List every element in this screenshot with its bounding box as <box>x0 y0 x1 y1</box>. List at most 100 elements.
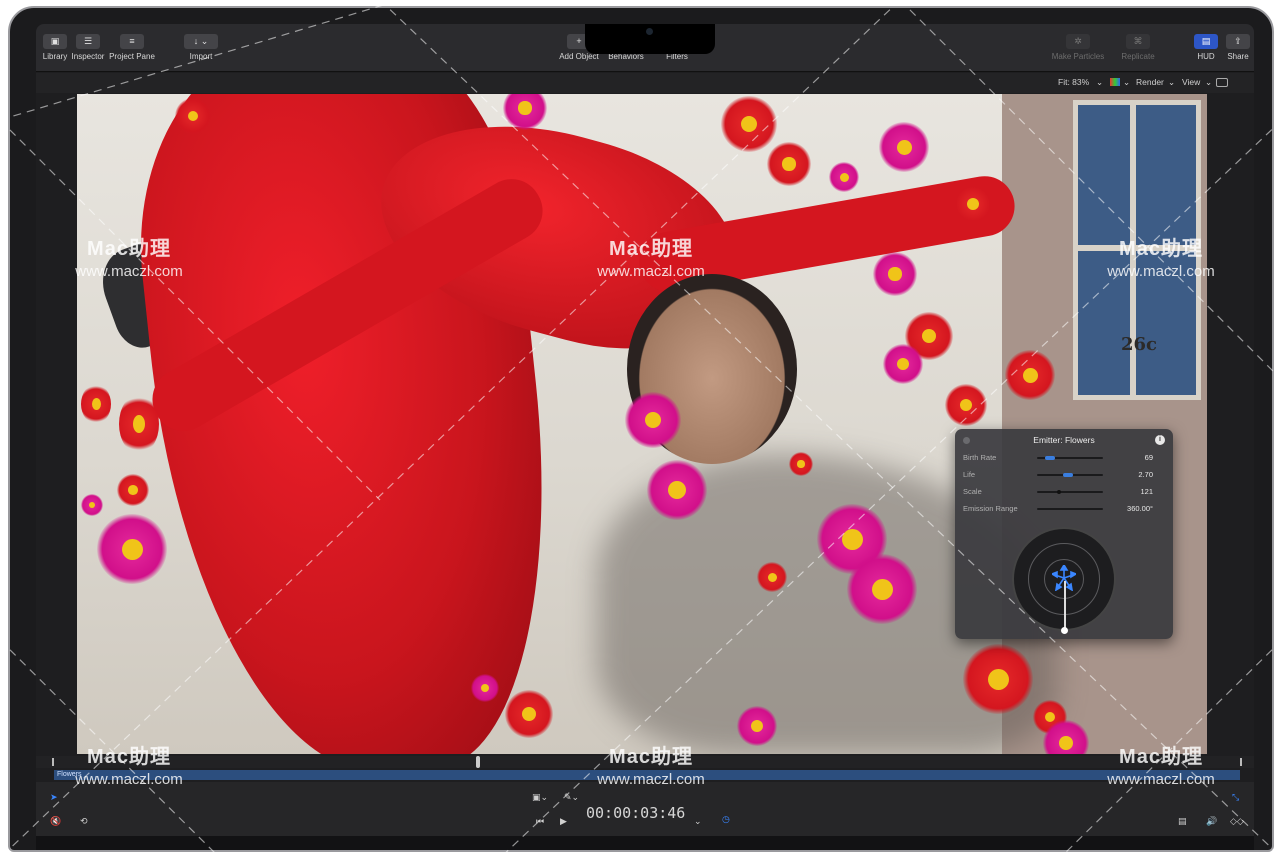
import-icon: ↓ ⌄ <box>184 34 218 49</box>
param-value[interactable]: 360.00° <box>1127 504 1153 513</box>
library-icon: ▣ <box>43 34 67 49</box>
slider-thumb[interactable] <box>1063 473 1074 477</box>
flower-particle <box>625 392 681 448</box>
flower-particle <box>117 474 149 506</box>
flower-particle <box>789 452 813 476</box>
fit-zoom-menu[interactable]: Fit: 83% <box>1058 77 1089 87</box>
share-button[interactable]: ⇪ Share <box>1224 34 1252 61</box>
birth-rate-row: Birth Rate 69 <box>963 451 1153 465</box>
param-value[interactable]: 2.70 <box>1138 470 1153 479</box>
inspector-icon: ☰ <box>76 34 100 49</box>
life-slider[interactable] <box>1037 473 1103 477</box>
inspector-button[interactable]: ☰ Inspector <box>70 34 106 61</box>
emission-angle-dial[interactable] <box>1012 527 1116 634</box>
view-menu[interactable]: View <box>1182 77 1200 87</box>
hud-button[interactable]: ▤ HUD <box>1192 34 1220 61</box>
replicate-icon: ⌘ <box>1126 34 1150 49</box>
house-number: 26c <box>1120 334 1157 355</box>
camera-icon <box>646 28 653 35</box>
replicate-button[interactable]: ⌘ Replicate <box>1116 34 1160 61</box>
flower-particle <box>953 184 993 224</box>
param-label: Emission Range <box>963 504 1018 513</box>
hud-icon: ▤ <box>1194 34 1218 49</box>
flower-particle <box>471 674 499 702</box>
flower-particle <box>767 142 811 186</box>
watermark: Mac助理 www.maczl.com <box>1107 746 1215 788</box>
watermark: Mac助理 www.maczl.com <box>597 238 705 280</box>
laptop-bezel-bottom <box>36 836 1254 850</box>
timeline-toggle-icon[interactable]: ◇◇ <box>1230 816 1244 827</box>
flower-particle <box>1005 350 1055 400</box>
life-row: Life 2.70 <box>963 468 1153 482</box>
watermark: Mac助理 www.maczl.com <box>75 238 183 280</box>
chevron-down-icon: ⌄ <box>1096 77 1104 87</box>
record-icon[interactable]: ◷ <box>722 814 730 825</box>
birth-rate-slider[interactable] <box>1037 456 1103 460</box>
loop-icon[interactable]: ⟲ <box>80 816 88 827</box>
select-tool-icon[interactable]: ➤ <box>50 792 58 803</box>
make-particles-button[interactable]: ✲ Make Particles <box>1048 34 1108 61</box>
param-value[interactable]: 69 <box>1145 453 1153 462</box>
share-icon: ⇪ <box>1226 34 1250 49</box>
dial-handle-knob[interactable] <box>1061 627 1068 634</box>
flower-particle <box>119 394 159 454</box>
info-icon[interactable]: i <box>1155 435 1165 445</box>
flower-particle <box>737 706 777 746</box>
particles-icon: ✲ <box>1066 34 1090 49</box>
channels-icon[interactable] <box>1110 78 1120 86</box>
camera-notch <box>585 24 715 54</box>
param-label: Scale <box>963 487 982 496</box>
emission-range-row: Emission Range 360.00° <box>963 502 1153 516</box>
flower-particle <box>847 554 917 624</box>
flower-particle <box>873 252 917 296</box>
flower-particle <box>175 98 211 134</box>
watermark: Mac助理 www.maczl.com <box>1107 238 1215 280</box>
chevron-down-icon: ⌄ <box>1205 77 1213 87</box>
flower-particle <box>81 384 111 424</box>
play-range-end[interactable] <box>1240 758 1242 766</box>
flower-particle <box>757 562 787 592</box>
chevron-down-icon: ⌄ <box>1168 77 1176 87</box>
volume-icon[interactable]: 🔊 <box>1206 816 1217 827</box>
flower-particle <box>883 344 923 384</box>
emission-range-slider[interactable] <box>1037 508 1103 510</box>
project-pane-button[interactable]: ≡ Project Pane <box>106 34 158 61</box>
go-to-start-icon[interactable]: ⏮ <box>536 816 544 827</box>
playhead[interactable] <box>476 756 480 768</box>
play-range-start[interactable] <box>52 758 54 766</box>
timecode-display[interactable]: 00:00:03:46 <box>586 804 685 822</box>
project-pane-icon: ≡ <box>120 34 144 49</box>
mute-icon[interactable]: 🔇 <box>50 816 61 827</box>
pen-tool-icon[interactable]: ✎⌄ <box>564 792 579 803</box>
transport-controls: ➤ 🔇 ⟲ ▣⌄ ✎⌄ ⏮ ▶ 00:00:03:46 ⌄ ◷ ▤ 🔊 ◇◇ ⤡ <box>36 782 1254 836</box>
viewer-options-bar: Fit: 83% ⌄ ⌄ Render ⌄ View ⌄ <box>36 73 1254 93</box>
shape-tool-icon[interactable]: ▣⌄ <box>532 792 548 803</box>
canvas-viewer[interactable]: 26c Emitter: Flowers i Birth Rate 69 Lif… <box>77 94 1207 754</box>
film-icon[interactable]: ▤ <box>1178 816 1187 827</box>
render-menu[interactable]: Render <box>1136 77 1164 87</box>
flower-particle <box>505 690 553 738</box>
hud-title: Emitter: Flowers <box>1033 435 1095 445</box>
import-button[interactable]: ↓ ⌄ Import <box>181 34 221 61</box>
laptop-frame: ▣ Library ☰ Inspector ≡ Project Pane ↓ ⌄… <box>8 6 1274 852</box>
param-label: Life <box>963 470 976 479</box>
hud-panel[interactable]: Emitter: Flowers i Birth Rate 69 Life 2.… <box>955 429 1173 639</box>
slider-thumb[interactable] <box>1044 456 1055 460</box>
flower-particle <box>963 644 1033 714</box>
scale-row: Scale 121 <box>963 485 1153 499</box>
layout-icon[interactable] <box>1216 78 1228 87</box>
play-icon[interactable]: ▶ <box>560 816 567 827</box>
flower-particle <box>879 122 929 172</box>
library-button[interactable]: ▣ Library <box>40 34 70 61</box>
scale-slider[interactable] <box>1037 490 1103 494</box>
param-value[interactable]: 121 <box>1140 487 1153 496</box>
flower-particle <box>647 460 707 520</box>
chevron-down-icon: ⌄ <box>1123 77 1131 87</box>
flower-particle <box>97 514 167 584</box>
flower-particle <box>721 96 777 152</box>
chevron-down-icon[interactable]: ⌄ <box>694 816 702 827</box>
flower-particle <box>829 162 859 192</box>
expand-icon[interactable]: ⤡ <box>1232 792 1239 803</box>
slider-thumb[interactable] <box>1056 490 1061 494</box>
dial-handle[interactable] <box>1064 581 1066 631</box>
